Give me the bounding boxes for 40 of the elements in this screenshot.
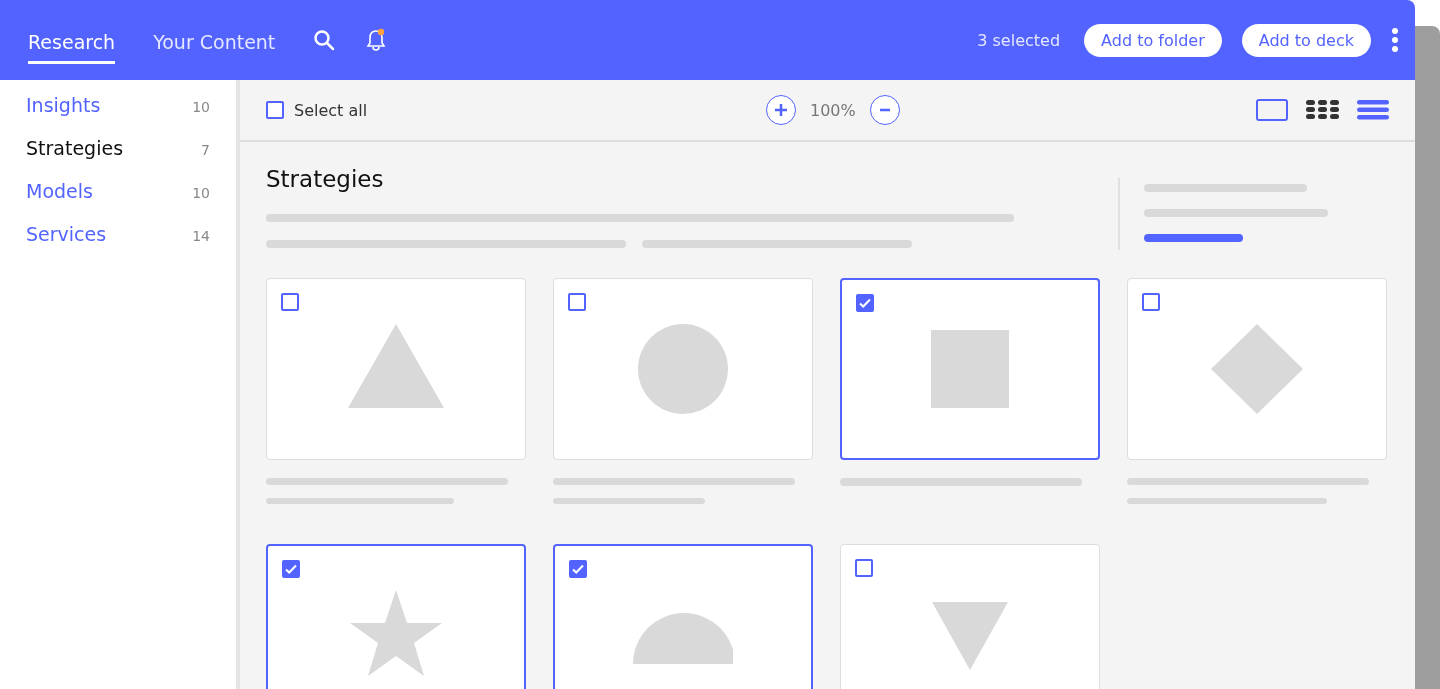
checkbox[interactable]: [568, 293, 586, 311]
item-count: 10: [192, 185, 210, 201]
zoom-in-button[interactable]: [766, 95, 796, 125]
single-view-icon[interactable]: [1256, 99, 1288, 121]
zoom-level: 100%: [810, 100, 856, 120]
checkbox[interactable]: [266, 101, 284, 119]
category-label: Models: [26, 180, 93, 202]
item-card[interactable]: [553, 544, 813, 689]
item-count: 10: [192, 99, 210, 115]
section-title: Strategies: [266, 166, 385, 192]
item-count: 7: [201, 142, 210, 158]
nav-tab[interactable]: Your Content: [153, 22, 276, 64]
category-label: Strategies: [26, 137, 124, 159]
checkbox[interactable]: [856, 294, 874, 312]
checkbox[interactable]: [1142, 293, 1160, 311]
sidebar-item[interactable]: Services 14: [26, 223, 210, 266]
item-count: 14: [192, 228, 210, 244]
zoom-out-button[interactable]: [869, 95, 900, 125]
select-all-label: Select all: [294, 100, 368, 120]
sidebar-item[interactable]: Insights 10: [26, 94, 210, 137]
checkbox[interactable]: [855, 559, 873, 577]
more-icon[interactable]: [1391, 27, 1399, 53]
bell-icon[interactable]: [365, 28, 388, 52]
checkbox[interactable]: [281, 293, 299, 311]
category-label: Insights: [26, 94, 101, 116]
selection-count: 3 selected: [977, 30, 1061, 50]
action-button[interactable]: Add to folder: [1084, 23, 1222, 57]
checkbox[interactable]: [282, 560, 300, 578]
sidebar-item[interactable]: Strategies 7: [26, 137, 210, 180]
nav-tab[interactable]: Research: [28, 22, 116, 64]
action-button[interactable]: Add to deck: [1241, 23, 1371, 57]
checkbox[interactable]: [569, 560, 587, 578]
category-label: Services: [26, 223, 107, 245]
list-view-icon[interactable]: [1357, 100, 1389, 120]
item-card[interactable]: [840, 278, 1100, 460]
item-card[interactable]: [266, 544, 526, 689]
plus-icon: [774, 103, 788, 117]
sidebar-item[interactable]: Models 10: [26, 180, 210, 223]
search-icon[interactable]: [313, 29, 336, 51]
grid-view-icon[interactable]: [1306, 100, 1339, 120]
